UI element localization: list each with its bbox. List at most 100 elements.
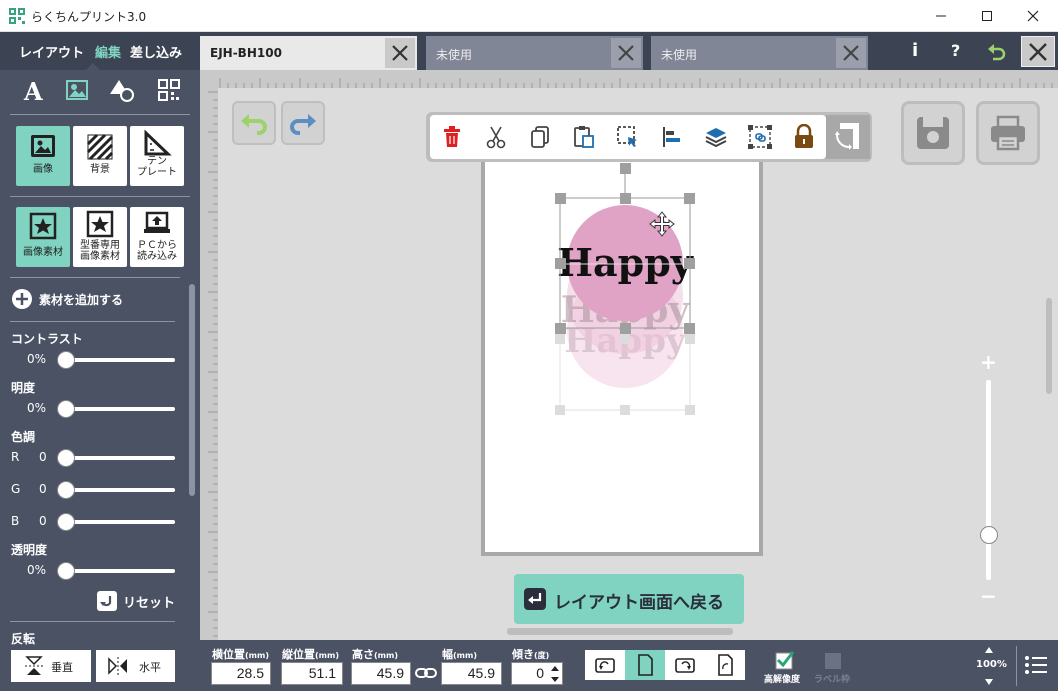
image-tile[interactable]: 画像 [16, 126, 70, 186]
workspace-horizontal-scrollbar[interactable] [507, 628, 733, 635]
rotate-0-button[interactable] [625, 650, 665, 680]
flip-vertical-button[interactable]: 垂直 [11, 650, 91, 682]
rotate-180-icon [718, 654, 733, 676]
zoom-slider-track[interactable] [986, 380, 991, 580]
g-slider-track[interactable] [62, 488, 175, 492]
background-tile[interactable]: 背景 [73, 126, 127, 186]
align-button[interactable] [650, 115, 694, 159]
qrcode-tool-button[interactable] [152, 76, 186, 106]
select-button[interactable] [606, 115, 650, 159]
contrast-slider-track[interactable] [62, 358, 175, 362]
doc-tab-close-button[interactable] [385, 38, 415, 68]
x-position-input[interactable]: 28.5 [211, 662, 271, 685]
doc-tab-2[interactable]: 未使用 [426, 36, 643, 70]
object-toolbar [426, 112, 872, 162]
print-button[interactable] [976, 101, 1040, 165]
y-position-input[interactable]: 51.1 [281, 662, 343, 685]
rotate-180-button[interactable] [705, 650, 745, 680]
tilt-label: 傾き(度) [512, 648, 550, 661]
flip-horizontal-icon [108, 657, 127, 675]
rotate-left-icon [595, 658, 615, 673]
left-panel-scrollbar[interactable] [189, 284, 195, 496]
flip-horizontal-button[interactable]: 水平 [96, 650, 175, 682]
image-tool-button[interactable] [60, 76, 94, 106]
b-label: B [11, 514, 20, 528]
zoom-down-icon[interactable] [984, 678, 994, 686]
left-ruler [200, 88, 218, 640]
template-tile[interactable]: テン プレート [130, 126, 184, 186]
canvas-workspace[interactable]: Happy Happy Happy [200, 70, 1058, 640]
canvas-undo-button[interactable] [232, 101, 276, 145]
hires-checkbox[interactable]: 高解像度 [760, 648, 810, 686]
portrait-page-icon [638, 654, 653, 676]
r-slider-knob[interactable] [57, 449, 75, 467]
model-material-tile-label: 型番専用 画像素材 [80, 240, 120, 262]
happy-image-object[interactable]: Happy Happy Happy [550, 162, 710, 422]
back-to-layout-button[interactable]: レイアウト画面へ戻る [514, 574, 744, 624]
active-tab-caret-icon [86, 63, 100, 70]
image-material-tile-label: 画像素材 [23, 247, 63, 258]
maximize-button[interactable] [964, 0, 1010, 32]
lock-button[interactable] [782, 115, 826, 159]
workspace-vertical-scrollbar[interactable] [1046, 298, 1052, 394]
paste-button[interactable] [562, 115, 606, 159]
label-frame-label: ラベル枠 [814, 675, 851, 685]
model-material-tile[interactable]: 型番専用 画像素材 [73, 207, 127, 267]
minimize-button[interactable] [918, 0, 964, 32]
brightness-slider-knob[interactable] [57, 400, 75, 418]
doc-tab-close-button[interactable] [611, 38, 641, 68]
r-slider-track[interactable] [62, 456, 175, 460]
save-button[interactable] [901, 101, 965, 165]
tab-layout[interactable]: レイアウト [19, 42, 84, 61]
shape-tool-button[interactable] [106, 76, 140, 106]
g-slider-knob[interactable] [57, 481, 75, 499]
b-value: 0 [39, 514, 47, 528]
doc-tab-close-button[interactable] [836, 38, 866, 68]
doc-tab-1[interactable]: EJH-BH100 [200, 36, 417, 70]
zoom-up-icon[interactable] [984, 646, 994, 654]
opacity-slider-track[interactable] [62, 569, 175, 573]
cut-button[interactable] [474, 115, 518, 159]
undo-icon [241, 114, 267, 135]
delete-button[interactable] [430, 115, 474, 159]
tab-merge[interactable]: 差し込み [130, 42, 182, 61]
contrast-slider-knob[interactable] [57, 351, 75, 369]
pc-load-tile[interactable]: ＰＣから 読み込み [130, 207, 184, 267]
layer-button[interactable] [694, 115, 738, 159]
help-button[interactable]: ? [951, 41, 960, 60]
aspect-link-icon[interactable] [415, 666, 437, 680]
image-material-tile[interactable]: 画像素材 [16, 207, 70, 267]
rotate-right-button[interactable] [665, 650, 705, 680]
rotate-left-button[interactable] [585, 650, 625, 680]
zoom-out-button[interactable]: − [980, 584, 997, 608]
align-left-icon [663, 127, 680, 147]
info-button[interactable]: i [912, 40, 918, 61]
tab-edit[interactable]: 編集 [95, 42, 121, 61]
reset-button[interactable]: リセット [97, 590, 177, 612]
canvas-redo-button[interactable] [281, 101, 325, 145]
brightness-slider-track[interactable] [62, 407, 175, 411]
b-slider-track[interactable] [62, 520, 175, 524]
link-button[interactable] [738, 115, 782, 159]
doc-tab-label: 未使用 [661, 48, 698, 62]
rotate-mode-button[interactable] [826, 115, 870, 159]
opacity-slider-knob[interactable] [57, 562, 75, 580]
text-tool-button[interactable]: A [14, 77, 54, 107]
height-label: 高さ(mm) [352, 648, 398, 661]
zoom-slider-knob[interactable] [980, 526, 998, 544]
close-tab-panel-button[interactable] [1021, 36, 1055, 67]
b-slider-knob[interactable] [57, 513, 75, 531]
height-input[interactable]: 45.9 [351, 662, 411, 685]
label-frame-checkbox[interactable]: ラベル枠 [812, 648, 862, 686]
zoom-in-button[interactable]: + [980, 350, 997, 374]
undo-arrow-icon[interactable] [985, 41, 1007, 63]
width-input[interactable]: 45.9 [441, 662, 502, 685]
copy-button[interactable] [518, 115, 562, 159]
close-window-button[interactable] [1010, 0, 1056, 32]
add-material-button[interactable]: 素材を追加する [11, 288, 181, 310]
app-logo-icon [9, 8, 25, 24]
doc-tab-3[interactable]: 未使用 [651, 36, 868, 70]
checkbox-checked-icon [775, 651, 795, 670]
list-menu-icon[interactable] [1024, 654, 1048, 676]
tilt-spinner-icon[interactable] [549, 664, 561, 684]
